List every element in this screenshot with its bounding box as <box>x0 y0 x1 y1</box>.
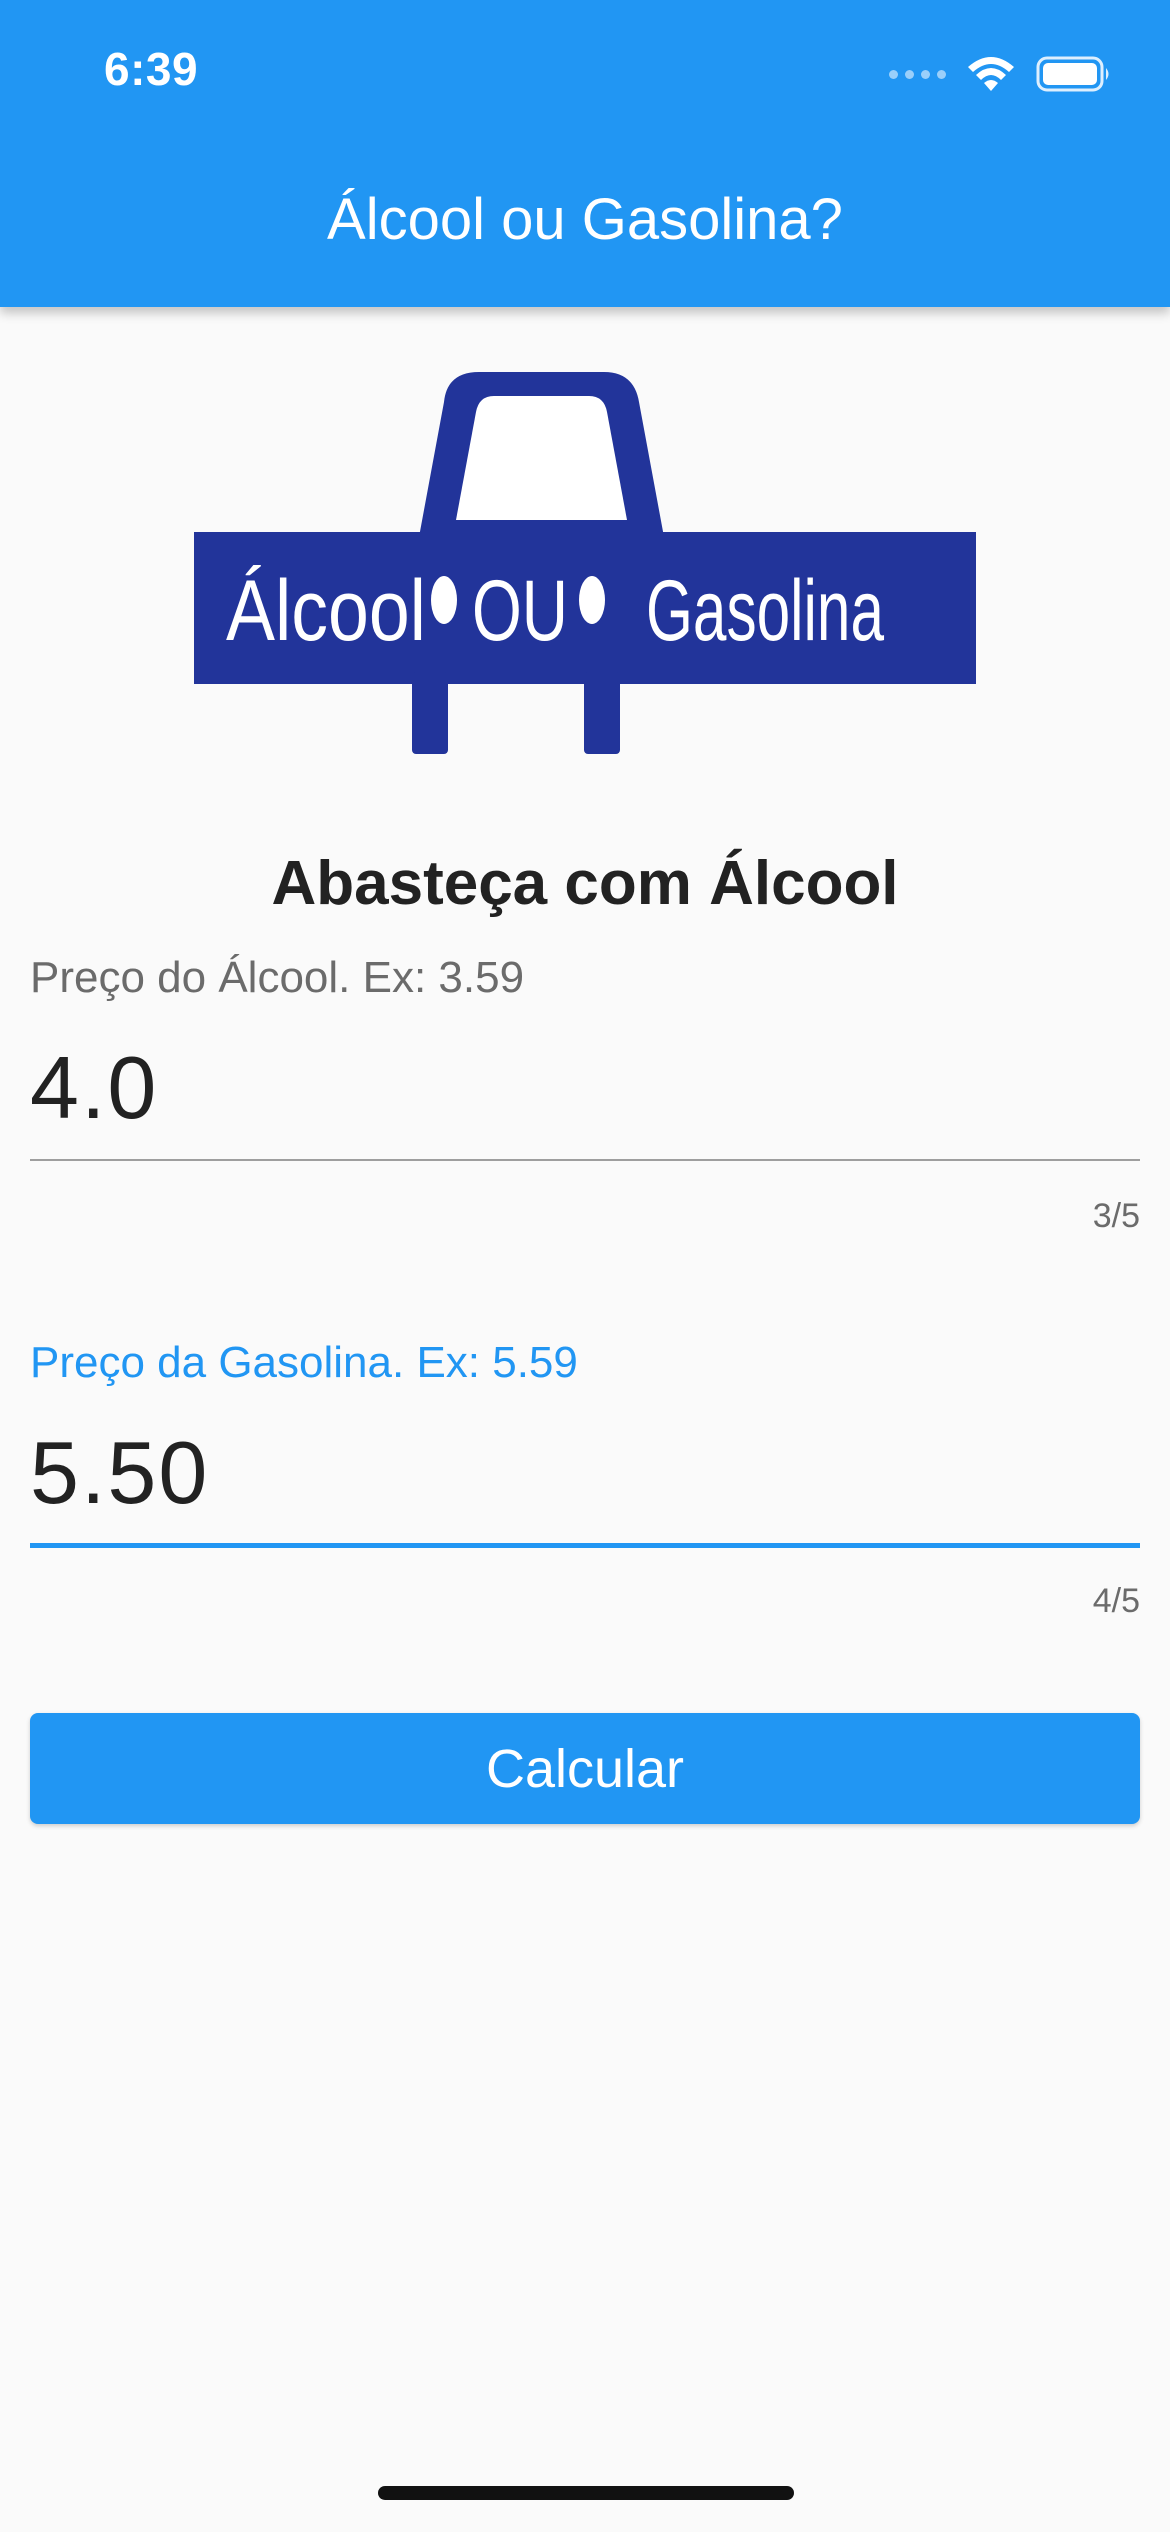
alcool-price-counter: 3/5 <box>1092 1197 1140 1235</box>
wifi-icon <box>968 57 1014 91</box>
result-heading: Abasteça com Álcool <box>271 849 899 918</box>
gasolina-price-counter: 4/5 <box>1092 1582 1140 1620</box>
logo-text-ou: OU <box>472 563 568 659</box>
logo-text-gasolina: Gasolina <box>646 563 884 659</box>
gasolina-price-label: Preço da Gasolina. Ex: 5.59 <box>30 1338 578 1387</box>
alcool-price-label: Preço do Álcool. Ex: 3.59 <box>30 953 525 1002</box>
battery-icon <box>1036 56 1109 92</box>
status-time: 6:39 <box>104 43 199 95</box>
gasolina-price-input[interactable] <box>30 1418 1140 1528</box>
calcular-button[interactable]: Calcular <box>30 1713 1140 1824</box>
cellular-signal-icon <box>889 69 946 79</box>
alcool-price-input[interactable] <box>30 1033 1140 1143</box>
status-icons <box>889 52 1112 96</box>
gasolina-price-underline <box>30 1543 1140 1548</box>
alcool-price-underline <box>30 1159 1140 1161</box>
app-logo: Álcool OU Gasolina <box>194 372 976 754</box>
home-indicator[interactable] <box>378 2486 794 2500</box>
app-bar: 6:39 Álcool ou Gasolina? <box>0 0 1170 307</box>
app-title: Álcool ou Gasolina? <box>327 187 843 252</box>
logo-text-alcool: Álcool <box>226 563 426 659</box>
